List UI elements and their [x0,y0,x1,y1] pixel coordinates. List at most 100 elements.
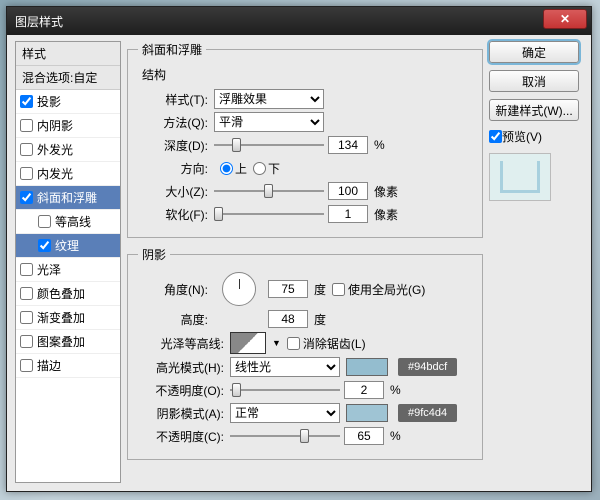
sidebar-label-8: 颜色叠加 [37,285,85,302]
sidebar-label-10: 图案叠加 [37,333,85,350]
structure-group-label: 结构 [142,66,472,83]
sidebar-label-6: 纹理 [55,237,79,254]
styles-sidebar: 样式 混合选项:自定 投影内阴影外发光内发光斜面和浮雕等高线纹理光泽颜色叠加渐变… [15,41,121,483]
main-panel: 斜面和浮雕 结构 样式(T): 浮雕效果 方法(Q): 平滑 深度(D): % [127,41,483,483]
highlight-opacity-slider[interactable] [230,382,340,398]
cancel-button[interactable]: 取消 [489,70,579,92]
blend-options[interactable]: 混合选项:自定 [16,66,120,90]
sidebar-label-1: 内阴影 [37,117,73,134]
sidebar-item-11[interactable]: 描边 [16,354,120,378]
sidebar-checkbox-5[interactable] [38,215,51,228]
shadow-opacity-input[interactable] [344,427,384,445]
gloss-contour-picker[interactable] [230,332,266,354]
chevron-down-icon[interactable]: ▼ [272,338,281,348]
sidebar-checkbox-7[interactable] [20,263,33,276]
new-style-button[interactable]: 新建样式(W)... [489,99,579,121]
angle-label: 角度(N): [138,281,208,298]
close-button[interactable]: ✕ [543,9,587,29]
antialias-label: 消除锯齿(L) [303,335,366,352]
shadow-opacity-slider[interactable] [230,428,340,444]
soften-input[interactable] [328,205,368,223]
sidebar-label-3: 内发光 [37,165,73,182]
sidebar-label-5: 等高线 [55,213,91,230]
direction-label: 方向: [138,160,208,177]
method-label: 方法(Q): [138,114,208,131]
soften-unit: 像素 [374,206,398,223]
depth-input[interactable] [328,136,368,154]
highlight-opacity-label: 不透明度(O): [138,382,224,399]
depth-label: 深度(D): [138,137,208,154]
size-input[interactable] [328,182,368,200]
content: 样式 混合选项:自定 投影内阴影外发光内发光斜面和浮雕等高线纹理光泽颜色叠加渐变… [15,41,583,483]
sidebar-item-1[interactable]: 内阴影 [16,114,120,138]
direction-up-label: 上 [235,160,247,177]
sidebar-checkbox-4[interactable] [20,191,33,204]
sidebar-item-8[interactable]: 颜色叠加 [16,282,120,306]
highlight-opacity-input[interactable] [344,381,384,399]
direction-down-label: 下 [268,160,280,177]
angle-control[interactable] [222,272,256,306]
size-slider[interactable] [214,183,324,199]
sidebar-checkbox-8[interactable] [20,287,33,300]
sidebar-label-9: 渐变叠加 [37,309,85,326]
global-light-label: 使用全局光(G) [348,281,425,298]
shadow-color-tag: #9fc4d4 [398,404,457,422]
angle-input[interactable] [268,280,308,298]
ok-button[interactable]: 确定 [489,41,579,63]
shadow-fieldset: 阴影 角度(N): 度 使用全局光(G) 高度: [127,246,483,460]
shadow-mode-label: 阴影模式(A): [138,405,224,422]
sidebar-item-7[interactable]: 光泽 [16,258,120,282]
altitude-input[interactable] [268,310,308,328]
sidebar-item-2[interactable]: 外发光 [16,138,120,162]
shadow-opacity-label: 不透明度(C): [138,428,224,445]
global-light-checkbox[interactable] [332,283,345,296]
sidebar-checkbox-0[interactable] [20,95,33,108]
direction-down-radio[interactable] [253,162,266,175]
sidebar-item-0[interactable]: 投影 [16,90,120,114]
style-select[interactable]: 浮雕效果 [214,89,324,109]
depth-slider[interactable] [214,137,324,153]
altitude-label: 高度: [138,311,208,328]
sidebar-item-6[interactable]: 纹理 [16,234,120,258]
highlight-color-tag: #94bdcf [398,358,457,376]
sidebar-checkbox-6[interactable] [38,239,51,252]
close-icon: ✕ [560,12,570,26]
antialias-checkbox[interactable] [287,337,300,350]
sidebar-item-5[interactable]: 等高线 [16,210,120,234]
altitude-unit: 度 [314,311,326,328]
titlebar[interactable]: 图层样式 ✕ [7,7,591,35]
sidebar-item-10[interactable]: 图案叠加 [16,330,120,354]
gloss-contour-label: 光泽等高线: [138,335,224,352]
sidebar-label-4: 斜面和浮雕 [37,189,97,206]
soften-slider[interactable] [214,206,324,222]
sidebar-header: 样式 [16,42,120,66]
sidebar-checkbox-3[interactable] [20,167,33,180]
sidebar-label-2: 外发光 [37,141,73,158]
sidebar-checkbox-2[interactable] [20,143,33,156]
highlight-mode-label: 高光模式(H): [138,359,224,376]
shadow-group-label: 阴影 [138,246,170,263]
preview-thumbnail [489,153,551,201]
highlight-opacity-unit: % [390,383,401,397]
sidebar-checkbox-10[interactable] [20,335,33,348]
shadow-color-swatch[interactable] [346,404,388,422]
sidebar-checkbox-1[interactable] [20,119,33,132]
sidebar-label-7: 光泽 [37,261,61,278]
sidebar-item-3[interactable]: 内发光 [16,162,120,186]
shadow-opacity-unit: % [390,429,401,443]
angle-unit: 度 [314,281,326,298]
direction-up-radio[interactable] [220,162,233,175]
highlight-mode-select[interactable]: 线性光 [230,357,340,377]
sidebar-checkbox-11[interactable] [20,359,33,372]
method-select[interactable]: 平滑 [214,112,324,132]
sidebar-label-11: 描边 [37,357,61,374]
sidebar-item-9[interactable]: 渐变叠加 [16,306,120,330]
sidebar-item-4[interactable]: 斜面和浮雕 [16,186,120,210]
sidebar-checkbox-9[interactable] [20,311,33,324]
highlight-color-swatch[interactable] [346,358,388,376]
shadow-mode-select[interactable]: 正常 [230,403,340,423]
preview-checkbox[interactable] [489,130,502,143]
soften-label: 软化(F): [138,206,208,223]
bevel-fieldset: 斜面和浮雕 结构 样式(T): 浮雕效果 方法(Q): 平滑 深度(D): % [127,41,483,238]
preview-label: 预览(V) [502,128,542,145]
